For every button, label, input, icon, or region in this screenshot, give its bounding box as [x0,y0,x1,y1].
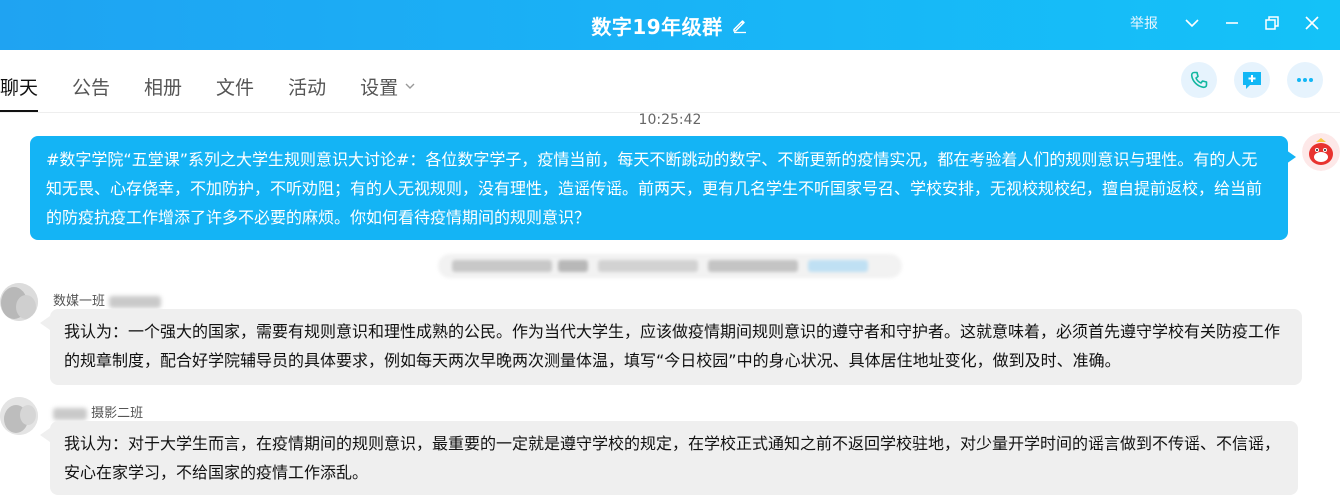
add-message-icon [1243,72,1261,89]
message-bubble[interactable]: 我认为：对于大学生而言，在疫情期间的规则意识，最重要的一定就是遵守学校的规定，在… [50,421,1298,495]
sender-name-text: 摄影二班 [91,406,144,421]
sender-name: 摄影二班 [53,402,143,421]
group-title: 数字19年级群 [591,14,723,39]
tab-album[interactable]: 相册 [144,60,182,112]
report-button[interactable]: 举报 [1130,13,1158,33]
blurred-name [53,407,87,420]
bubble-tail [1286,150,1296,164]
blurred-notice [438,254,902,278]
tab-chat[interactable]: 聊天 [0,60,39,112]
tab-activity[interactable]: 活动 [288,60,326,112]
more-button[interactable] [1287,62,1323,98]
minimize-button[interactable] [1220,11,1244,35]
user-avatar-icon [0,397,38,435]
minimize-icon [1226,22,1238,24]
phone-button[interactable] [1181,62,1217,98]
bubble-tail [40,428,50,442]
message-bubble[interactable]: 我认为：一个强大的国家，需要有规则意识和理性成熟的公民。作为当代大学生，应该做疫… [50,309,1302,385]
close-icon [1305,16,1319,30]
add-message-button[interactable] [1234,62,1270,98]
tab-files[interactable]: 文件 [216,60,254,112]
restore-button[interactable] [1260,11,1284,35]
group-tabs: 聊天 公告 相册 文件 活动 设置 [0,60,450,114]
blurred-name [109,295,162,308]
edit-name-icon[interactable] [731,16,749,34]
tab-announcement[interactable]: 公告 [72,60,110,112]
tab-settings[interactable]: 设置 [360,60,416,112]
more-icon [1297,78,1313,82]
bubble-tail [40,316,50,330]
restore-icon [1265,16,1279,30]
chevron-down-icon [1185,19,1199,28]
avatar[interactable] [0,283,38,321]
avatar[interactable] [1302,133,1340,171]
chevron-down-icon [405,83,415,89]
phone-icon [1190,71,1208,89]
message-timestamp: 10:25:42 [638,112,702,128]
group-chat-window: 数字19年级群 举报 聊天 公告 相册 文件 活动 设置 10:25:42 #数… [0,0,1340,503]
sender-name: 数媒一班 [53,290,162,309]
title-bar: 数字19年级群 举报 [0,0,1340,50]
mascot-avatar-icon [1302,133,1340,171]
avatar[interactable] [0,397,38,435]
own-message-bubble[interactable]: #数字学院“五堂课”系列之大学生规则意识大讨论#：各位数字学子，疫情当前，每天不… [30,136,1288,240]
close-button[interactable] [1300,11,1324,35]
user-avatar-icon [0,283,38,321]
dropdown-button[interactable] [1180,11,1204,35]
tab-settings-label: 设置 [360,76,399,99]
chat-toolbar [1181,62,1340,98]
sender-name-text: 数媒一班 [53,294,106,309]
